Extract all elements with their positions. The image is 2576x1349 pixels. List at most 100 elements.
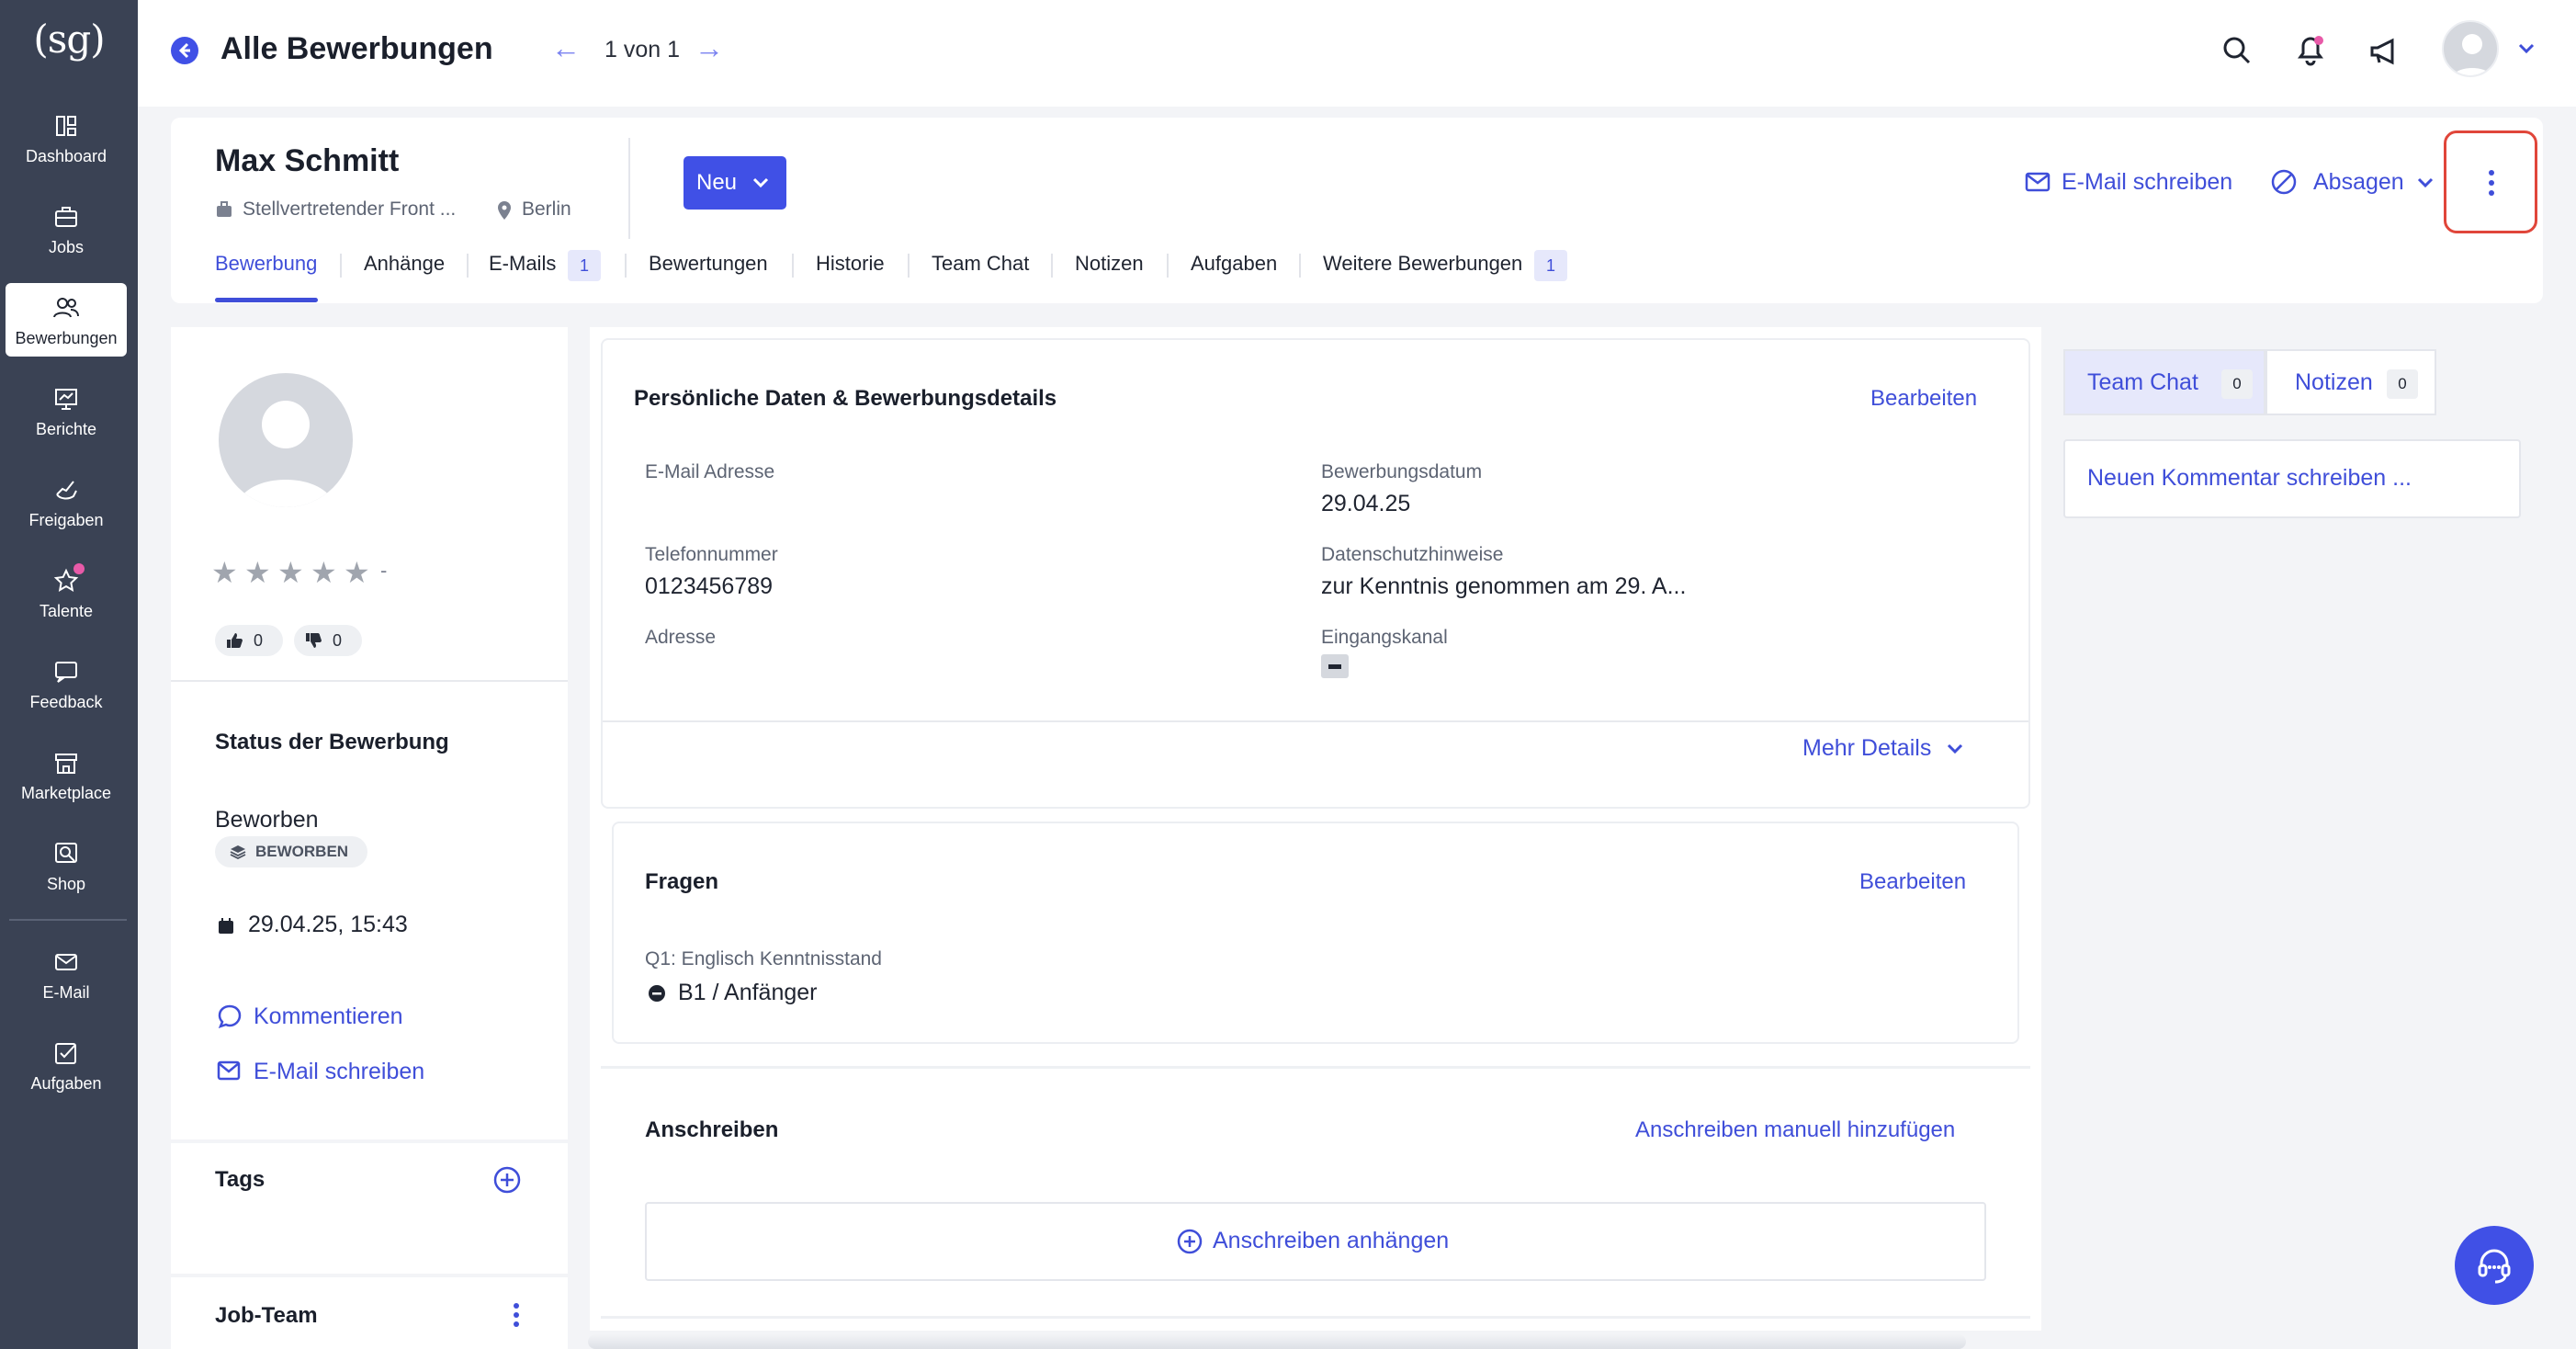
sidebar-item-jobs[interactable]: Jobs (6, 192, 127, 266)
thumbs-up-icon (227, 633, 243, 648)
chevron-down-icon[interactable] (2517, 42, 2536, 55)
top-bar (138, 0, 2576, 107)
thumbs-up-button[interactable]: 0 (215, 625, 283, 656)
sidebar-item-berichte[interactable]: Berichte (6, 374, 127, 448)
location-pin-icon (498, 201, 511, 220)
privacy-label: Datenschutzhinweise (1321, 544, 1504, 565)
sidebar-item-dashboard[interactable]: Dashboard (6, 101, 127, 175)
comment-link[interactable]: Kommentieren (254, 1003, 403, 1030)
sidebar-item-feedback[interactable]: Feedback (6, 647, 127, 720)
app-logo[interactable]: (sg) (0, 17, 138, 62)
mail-icon[interactable] (2025, 171, 2051, 193)
tab-divider (340, 254, 342, 278)
status-dropdown-button[interactable]: Neu (684, 156, 786, 210)
tab-right-team-chat[interactable]: Team Chat 0 (2063, 349, 2265, 415)
divider (171, 1139, 568, 1143)
reject-icon[interactable] (2269, 167, 2299, 197)
cover-add-manual-button[interactable]: Anschreiben manuell hinzufügen (1635, 1117, 1955, 1143)
add-tag-icon[interactable] (492, 1165, 522, 1195)
chart-icon (55, 389, 77, 410)
prev-arrow-icon[interactable]: ← (551, 31, 581, 65)
sidebar-item-bewerbungen[interactable]: Bewerbungen (6, 283, 127, 357)
comment-placeholder: Neuen Kommentar schreiben ... (2087, 465, 2412, 491)
tab-right-notizen[interactable]: Notizen 0 (2265, 349, 2436, 415)
header-divider (628, 138, 630, 239)
dashboard-icon (56, 116, 76, 136)
support-headset-icon (2478, 1249, 2511, 1284)
sidebar-item-marketplace[interactable]: Marketplace (6, 738, 127, 811)
phone-label: Telefonnummer (645, 544, 778, 565)
task-icon (55, 1043, 76, 1064)
comment-input[interactable]: Neuen Kommentar schreiben ... (2063, 439, 2521, 518)
back-button[interactable] (171, 37, 198, 64)
more-details-button[interactable]: Mehr Details (1802, 735, 1931, 762)
email-label: E-Mail Adresse (645, 461, 775, 482)
email-write-button[interactable]: E-Mail schreiben (2062, 169, 2232, 196)
tab-team-chat[interactable]: Team Chat (932, 252, 1029, 276)
reject-button[interactable]: Absagen (2313, 169, 2404, 196)
add-circle-icon[interactable] (1176, 1228, 1203, 1255)
divider (601, 1316, 2030, 1319)
tab-divider (792, 254, 794, 278)
users-icon (53, 298, 79, 318)
application-date-label: Bewerbungsdatum (1321, 461, 1483, 482)
chevron-down-icon[interactable] (2416, 176, 2435, 189)
phone-value: 0123456789 (645, 573, 774, 599)
sidebar-item-label: E-Mail (42, 983, 90, 1002)
more-vertical-icon[interactable] (2480, 167, 2503, 198)
sidebar-item-label: Talente (39, 602, 94, 620)
feedback-icon (55, 662, 77, 683)
email-link[interactable]: E-Mail schreiben (254, 1059, 424, 1085)
more-vertical-icon[interactable] (505, 1301, 527, 1329)
sidebar-item-email[interactable]: E-Mail (6, 937, 127, 1011)
tab-badge: 1 (1534, 250, 1567, 281)
rating-star-icon[interactable]: ★ (244, 555, 271, 590)
bell-icon[interactable] (2295, 33, 2326, 66)
application-date: 29.04.25, 15:43 (248, 912, 408, 937)
status-value: Beworben (215, 807, 319, 833)
chevron-down-icon (752, 177, 769, 188)
comment-icon[interactable] (217, 1003, 243, 1029)
mail-icon (55, 954, 77, 970)
tab-emails[interactable]: E-Mails (489, 252, 556, 276)
tab-bewertungen[interactable]: Bewertungen (649, 252, 768, 276)
rating-star-icon[interactable]: ★ (277, 555, 304, 590)
megaphone-icon[interactable] (2368, 35, 2400, 66)
support-chat-button[interactable] (2455, 1226, 2534, 1305)
tab-historie[interactable]: Historie (816, 252, 885, 276)
tab-weitere-bewerbungen[interactable]: Weitere Bewerbungen (1323, 252, 1522, 276)
sidebar-item-label: Shop (46, 875, 86, 893)
tab-divider (467, 254, 469, 278)
thumbs-down-count: 0 (333, 631, 343, 650)
notification-dot (73, 563, 85, 574)
rating-star-icon[interactable]: ★ (311, 555, 337, 590)
tab-badge: 1 (568, 250, 601, 281)
chevron-down-icon[interactable] (1946, 743, 1964, 755)
thumbs-down-icon (306, 633, 322, 648)
candidate-name: Max Schmitt (215, 143, 400, 178)
sidebar-item-freigaben[interactable]: Freigaben (6, 465, 127, 538)
mail-icon[interactable] (217, 1060, 241, 1081)
sidebar-item-label: Feedback (29, 693, 103, 711)
cover-attach-button[interactable]: Anschreiben anhängen (1213, 1228, 1449, 1254)
avatar[interactable] (2442, 20, 2499, 77)
status-heading: Status der Bewerbung (215, 730, 449, 754)
tab-notizen[interactable]: Notizen (1075, 252, 1144, 276)
next-arrow-icon[interactable]: → (695, 31, 724, 65)
tab-anhaenge[interactable]: Anhänge (364, 252, 445, 276)
rating-star-icon[interactable]: ★ (344, 555, 370, 590)
questions-edit-button[interactable]: Bearbeiten (1859, 869, 1966, 895)
arrow-left-icon (178, 42, 190, 59)
sidebar-divider (9, 919, 127, 921)
thumbs-down-button[interactable]: 0 (294, 625, 362, 656)
search-icon[interactable] (2221, 35, 2253, 66)
sidebar-item-talente[interactable]: Talente (6, 556, 127, 629)
sidebar-item-shop[interactable]: Shop (6, 829, 127, 902)
tab-bewerbung[interactable]: Bewerbung (215, 252, 317, 276)
rating-value: - (380, 559, 388, 582)
sidebar-item-aufgaben[interactable]: Aufgaben (6, 1028, 127, 1102)
details-edit-button[interactable]: Bearbeiten (1870, 386, 1977, 412)
tab-aufgaben[interactable]: Aufgaben (1191, 252, 1277, 276)
shop-icon (55, 843, 77, 863)
rating-star-icon[interactable]: ★ (211, 555, 238, 590)
